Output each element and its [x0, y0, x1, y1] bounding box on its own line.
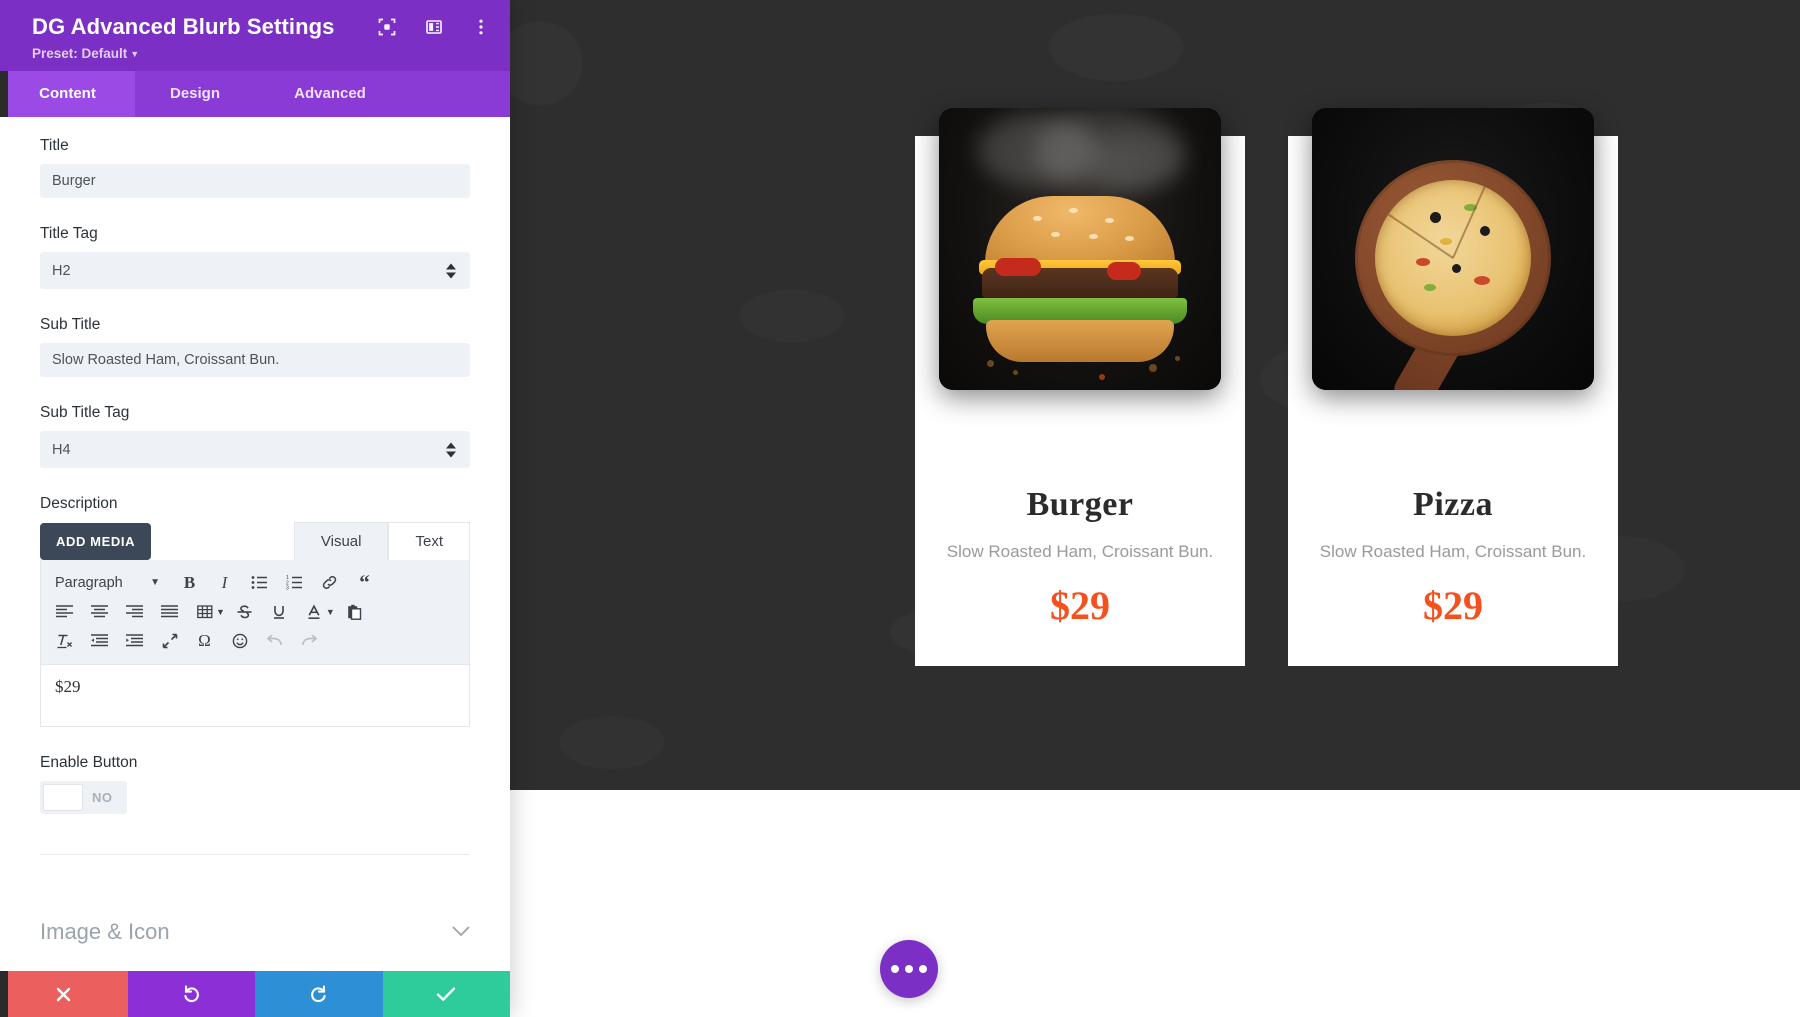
link-icon[interactable]	[312, 568, 347, 597]
section-divider	[40, 854, 470, 855]
align-justify-icon[interactable]	[152, 597, 187, 626]
modal-tab-bar: Content Design Advanced	[0, 71, 510, 117]
save-button[interactable]	[382, 971, 510, 1017]
align-left-icon[interactable]	[47, 597, 82, 626]
image-and-icon-accordion[interactable]: Image & Icon	[0, 893, 510, 971]
food-card-subtitle: Slow Roasted Ham, Croissant Bun.	[946, 542, 1214, 561]
outdent-icon[interactable]	[82, 626, 117, 655]
add-media-button[interactable]: ADD MEDIA	[40, 523, 152, 560]
fullscreen-icon[interactable]	[152, 626, 187, 655]
indent-icon[interactable]	[117, 626, 152, 655]
enable-button-toggle[interactable]: NO	[40, 781, 127, 814]
tab-content[interactable]: Content	[0, 71, 135, 117]
food-card[interactable]: Burger Slow Roasted Ham, Croissant Bun. …	[915, 108, 1245, 666]
modal-footer	[0, 971, 510, 1017]
editor-toolbar-row: ▼ ▼	[47, 597, 463, 626]
food-card-subtitle: Slow Roasted Ham, Croissant Bun.	[1319, 542, 1587, 561]
toggle-state-label: NO	[92, 790, 113, 805]
accordion-label: Image & Icon	[40, 919, 170, 944]
food-card-price: $29	[1423, 583, 1483, 628]
chevron-down-icon	[452, 922, 470, 942]
redo-icon[interactable]	[292, 626, 327, 655]
underline-icon[interactable]	[262, 597, 297, 626]
chevron-down-icon: ▼	[216, 606, 225, 617]
modal-header-icons	[378, 18, 490, 36]
bulleted-list-icon[interactable]	[242, 568, 277, 597]
editor-tab-text[interactable]: Text	[388, 522, 470, 560]
sub-title-tag-select[interactable]	[40, 431, 470, 468]
toggle-knob	[43, 784, 83, 811]
undo-icon[interactable]	[257, 626, 292, 655]
format-select-value: Paragraph	[55, 574, 123, 591]
bold-icon[interactable]: B	[172, 568, 207, 597]
editor-toolbar-row: Ω	[47, 626, 463, 655]
title-field-label: Title	[40, 137, 69, 154]
dot	[891, 965, 899, 973]
align-center-icon[interactable]	[82, 597, 117, 626]
preset-label: Preset: Default	[32, 46, 128, 61]
tab-design[interactable]: Design	[135, 71, 255, 117]
redo-button[interactable]	[255, 971, 383, 1017]
sub-title-tag-field-label: Sub Title Tag	[40, 404, 130, 421]
modal-header: DG Advanced Blurb Settings Preset: Defau…	[0, 0, 510, 71]
food-card-title: Pizza	[1413, 486, 1493, 523]
cancel-button[interactable]	[0, 971, 128, 1017]
title-tag-field-label: Title Tag	[40, 225, 98, 242]
svg-text:3: 3	[286, 586, 289, 591]
editor-mode-tabs: Visual Text	[293, 522, 470, 560]
pizza-photo	[1312, 108, 1594, 390]
align-right-icon[interactable]	[117, 597, 152, 626]
format-select[interactable]: Paragraph ▼	[47, 575, 172, 591]
title-input[interactable]	[40, 164, 470, 198]
layout-columns-icon[interactable]	[425, 18, 443, 36]
editor-tab-visual[interactable]: Visual	[293, 522, 389, 560]
undo-button[interactable]	[127, 971, 255, 1017]
editor-top-bar: ADD MEDIA Visual Text	[40, 522, 470, 560]
sub-title-input[interactable]	[40, 343, 470, 377]
clear-formatting-icon[interactable]	[47, 626, 82, 655]
dot	[905, 965, 913, 973]
food-card[interactable]: Pizza Slow Roasted Ham, Croissant Bun. $…	[1288, 108, 1618, 666]
settings-scroll-area: Title Title Tag Sub Title Sub Title Tag	[0, 117, 510, 855]
screen: scount mentum. Aliquam porttitor m pelle…	[0, 0, 1800, 1017]
numbered-list-icon[interactable]: 1 2 3	[277, 568, 312, 597]
special-character-icon[interactable]: Ω	[187, 626, 222, 655]
burger-photo	[939, 108, 1221, 390]
kebab-menu-icon[interactable]	[472, 18, 490, 36]
dot	[919, 965, 927, 973]
editor-toolbar: Paragraph ▼ B I 1 2 3 “ ▼ ▼ Ω	[40, 560, 470, 665]
page-settings-fab[interactable]	[880, 940, 938, 998]
chevron-down-icon: ▼	[150, 577, 160, 588]
blurb-settings-modal: DG Advanced Blurb Settings Preset: Defau…	[0, 0, 510, 1017]
modal-body: Title Title Tag Sub Title Sub Title Tag	[0, 117, 510, 971]
editor-toolbar-row: Paragraph ▼ B I 1 2 3 “	[47, 568, 463, 597]
focus-frame-icon[interactable]	[378, 18, 396, 36]
food-card-title: Burger	[1026, 486, 1134, 523]
italic-icon[interactable]: I	[207, 568, 242, 597]
description-textarea[interactable]: $29	[40, 665, 470, 727]
sub-title-field-label: Sub Title	[40, 316, 101, 333]
tab-advanced[interactable]: Advanced	[255, 71, 405, 117]
preset-selector[interactable]: Preset: Default ▼	[32, 46, 488, 61]
description-editor: ADD MEDIA Visual Text Paragraph ▼ B I 1 …	[40, 522, 470, 727]
emoji-icon[interactable]	[222, 626, 257, 655]
paste-icon[interactable]	[337, 597, 372, 626]
title-tag-select[interactable]	[40, 252, 470, 289]
blockquote-icon[interactable]: “	[347, 568, 382, 597]
enable-button-field-label: Enable Button	[40, 754, 138, 771]
food-card-price: $29	[1050, 583, 1110, 628]
food-card-list: Burger Slow Roasted Ham, Croissant Bun. …	[915, 108, 1618, 666]
chevron-down-icon: ▼	[325, 606, 335, 617]
description-field-label: Description	[40, 495, 118, 512]
strikethrough-icon[interactable]	[227, 597, 262, 626]
chevron-down-icon: ▼	[130, 49, 140, 60]
